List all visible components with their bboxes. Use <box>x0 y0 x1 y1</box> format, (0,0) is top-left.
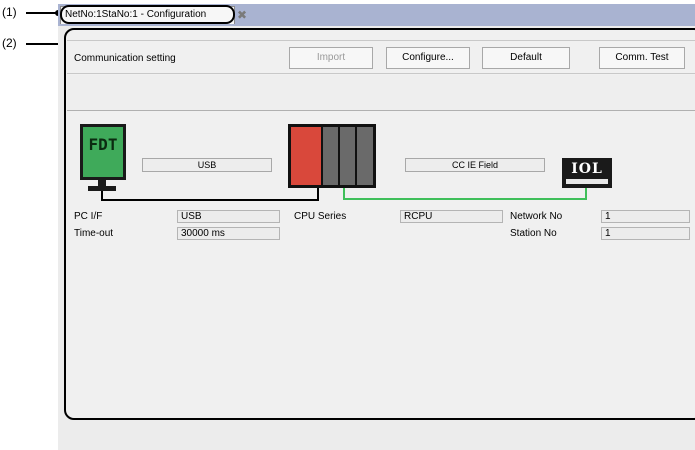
pc-fdt-icon: FDT <box>80 124 126 180</box>
communication-setting-label: Communication setting <box>74 53 176 64</box>
pc-link-label: USB <box>142 158 272 172</box>
network-no-value: 1 <box>601 210 690 223</box>
cpu-slot-2 <box>323 127 338 185</box>
tab-highlight-outline <box>60 5 235 24</box>
timeout-value: 30000 ms <box>177 227 280 240</box>
station-no-label: Station No <box>510 228 557 239</box>
network-line-rise <box>585 188 587 200</box>
cpu-series-value: RCPU <box>400 210 503 223</box>
close-icon[interactable]: ✖ <box>237 8 247 22</box>
usb-line-rise <box>317 188 319 201</box>
callout-1: (1) <box>2 5 17 19</box>
pc-icon-text: FDT <box>83 127 123 177</box>
cpu-slot-3 <box>340 127 355 185</box>
callout-1-line <box>26 12 58 14</box>
network-line <box>343 198 587 200</box>
network-no-label: Network No <box>510 211 563 222</box>
pc-if-label: PC I/F <box>74 211 103 222</box>
default-button[interactable]: Default <box>482 47 570 69</box>
device-icon-text: IOL <box>571 161 603 177</box>
pc-if-value: USB <box>177 210 280 223</box>
comm-test-button[interactable]: Comm. Test <box>599 47 685 69</box>
configure-button[interactable]: Configure... <box>386 47 470 69</box>
cpu-slot-4 <box>357 127 373 185</box>
network-link-label: CC IE Field <box>405 158 545 172</box>
device-icon-bar <box>566 179 608 184</box>
toolbar-spacer-row <box>67 75 695 111</box>
timeout-label: Time-out <box>74 228 114 239</box>
import-button[interactable]: Import <box>289 47 373 69</box>
callout-2: (2) <box>2 36 17 50</box>
iol-device-icon[interactable]: IOL <box>562 158 612 188</box>
cpu-series-label: CPU Series <box>294 211 347 222</box>
station-no-value: 1 <box>601 227 690 240</box>
usb-line <box>101 199 319 201</box>
cpu-slot-1 <box>291 127 321 185</box>
